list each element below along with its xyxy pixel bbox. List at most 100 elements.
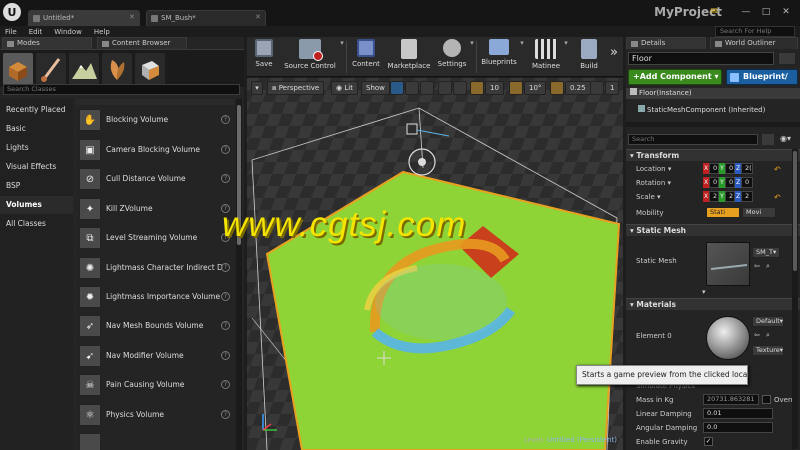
help-icon[interactable]: ? (221, 263, 230, 272)
viewport-scene[interactable] (247, 78, 623, 450)
list-item-camera-blocking-volume[interactable]: ▣ Camera Blocking Volume ? (76, 137, 234, 163)
place-mode-icon[interactable] (3, 53, 33, 85)
scale-snap-value[interactable]: 0.25 (565, 81, 591, 95)
category-volumes[interactable]: Volumes (0, 196, 73, 214)
eye-icon[interactable]: ◉▾ (780, 134, 796, 145)
rotation-x-input[interactable]: 0 (709, 177, 719, 188)
close-button[interactable]: ✕ (780, 7, 792, 17)
foliage-mode-icon[interactable] (102, 53, 132, 85)
source-control-button[interactable]: Source Control (281, 39, 339, 75)
scale-x-input[interactable]: 2 (709, 191, 719, 202)
camera-speed-value[interactable]: 1 (605, 81, 619, 95)
list-item-kill-zvolume[interactable]: ✦ Kill ZVolume ? (76, 196, 234, 222)
lit-button[interactable]: ◉ Lit (331, 81, 358, 95)
matinee-button[interactable]: Matinee (529, 39, 563, 75)
texture-dropdown[interactable]: Texture▾ (752, 345, 784, 356)
grid-snap-icon[interactable] (470, 81, 484, 95)
menu-file[interactable]: File (5, 28, 17, 36)
scrollbar-thumb[interactable] (793, 151, 797, 271)
component-static-mesh[interactable]: StaticMeshComponent (Inherited) (626, 105, 800, 116)
help-icon[interactable]: ? (221, 115, 230, 124)
build-button[interactable]: Build (575, 39, 603, 75)
reset-arrow-icon[interactable]: ↶ (774, 193, 781, 202)
linear-damping-input[interactable]: 0.01 (703, 408, 773, 419)
save-button[interactable]: Save (250, 39, 278, 75)
translate-icon[interactable] (390, 81, 404, 95)
blueprints-button[interactable]: Blueprints (479, 39, 519, 75)
use-selected-icon[interactable]: ⇦ (754, 262, 762, 270)
tab-world-outliner[interactable]: World Outliner (710, 37, 798, 49)
help-icon[interactable]: ? (221, 380, 230, 389)
location-label[interactable]: Location ▾ (636, 165, 671, 173)
transform-section-header[interactable]: ▾ Transform (626, 149, 800, 161)
browse-icon[interactable]: ⌕ (766, 331, 770, 340)
notification-icon[interactable]: ✉ (708, 7, 720, 17)
list-item-nav-mesh-bounds-volume[interactable]: ➶ Nav Mesh Bounds Volume ? (76, 313, 234, 339)
list-item-pain-causing-volume[interactable]: ☠ Pain Causing Volume ? (76, 372, 234, 398)
mass-input[interactable]: 20731.863281 (703, 394, 759, 405)
world-space-icon[interactable] (438, 81, 452, 95)
tab-sm-bush[interactable]: SM_Bush* ✕ (146, 10, 266, 26)
show-button[interactable]: Show (361, 81, 390, 95)
scale-snap-icon[interactable] (550, 81, 564, 95)
mobility-movable-option[interactable]: Movi (742, 207, 776, 218)
override-checkbox[interactable] (762, 395, 771, 404)
list-item-lightmass-importance-volume[interactable]: ✹ Lightmass Importance Volume ? (76, 284, 234, 310)
unreal-logo-icon[interactable]: U (3, 3, 21, 21)
static-mesh-thumbnail[interactable] (706, 242, 750, 286)
list-item-blocking-volume[interactable]: ✋ Blocking Volume ? (76, 107, 234, 133)
content-button[interactable]: Content (349, 39, 383, 75)
location-z-input[interactable]: 2( (741, 163, 753, 174)
grid-snap-value[interactable]: 10 (485, 81, 504, 95)
camera-speed-icon[interactable] (590, 81, 604, 95)
help-icon[interactable]: ? (221, 145, 230, 154)
mobility-static-option[interactable]: Stati (706, 207, 740, 218)
rotation-snap-icon[interactable] (509, 81, 523, 95)
splitter[interactable] (626, 122, 800, 127)
geometry-mode-icon[interactable] (135, 53, 165, 85)
rotation-z-input[interactable]: 0 (741, 177, 753, 188)
tab-content-browser[interactable]: Content Browser (97, 37, 187, 49)
tab-details[interactable]: Details (626, 37, 706, 49)
category-bsp[interactable]: BSP (0, 177, 73, 195)
perspective-button[interactable]: ⧈ Perspective (267, 81, 325, 95)
actor-name-field[interactable]: Floor (628, 52, 774, 65)
search-classes-input[interactable]: Search Classes (3, 84, 240, 95)
static-mesh-section-header[interactable]: ▾ Static Mesh (626, 224, 800, 236)
settings-dropdown-icon[interactable]: ▾ (469, 39, 475, 75)
enable-gravity-checkbox[interactable]: ✓ (704, 437, 713, 446)
browse-icon[interactable]: ⌕ (766, 262, 774, 270)
details-scrollbar[interactable] (792, 149, 798, 449)
materials-section-header[interactable]: ▾ Materials (626, 298, 800, 310)
scale-icon[interactable] (420, 81, 434, 95)
list-item-lightmass-character-indirect[interactable]: ✺ Lightmass Character Indirect D ? (76, 255, 234, 281)
help-icon[interactable]: ? (221, 292, 230, 301)
paint-mode-icon[interactable] (36, 53, 66, 85)
list-item-physics-volume[interactable]: ⚛ Physics Volume ? (76, 402, 234, 428)
surface-snap-icon[interactable] (453, 81, 467, 95)
matinee-dropdown-icon[interactable]: ▾ (563, 39, 569, 75)
component-root[interactable]: Floor(Instance) (626, 88, 800, 99)
help-search-input[interactable]: Search For Help (715, 26, 795, 37)
rotate-icon[interactable] (405, 81, 419, 95)
help-icon[interactable]: ? (221, 410, 230, 419)
settings-button[interactable]: Settings (435, 39, 469, 75)
material-dropdown[interactable]: Default▾ (752, 316, 784, 327)
blueprint-button[interactable]: Blueprint/ (726, 69, 798, 85)
expand-arrow-icon[interactable]: ▾ (702, 288, 706, 296)
source-control-dropdown-icon[interactable]: ▾ (339, 39, 345, 75)
category-recently-placed[interactable]: Recently Placed (0, 101, 73, 119)
material-thumbnail[interactable] (706, 316, 750, 360)
close-tab-icon[interactable]: ✕ (255, 13, 261, 21)
tab-modes[interactable]: Modes (2, 37, 92, 49)
list-item-level-streaming-volume[interactable]: ⧉ Level Streaming Volume ? (76, 225, 234, 251)
location-y-input[interactable]: 0 (725, 163, 735, 174)
category-visual-effects[interactable]: Visual Effects (0, 158, 73, 176)
location-x-input[interactable]: 0 (709, 163, 719, 174)
rotation-label[interactable]: Rotation ▾ (636, 179, 671, 187)
marketplace-button[interactable]: Marketplace (387, 39, 431, 75)
angular-damping-input[interactable]: 0.0 (703, 422, 773, 433)
help-icon[interactable]: ? (221, 351, 230, 360)
grid-view-icon[interactable] (762, 134, 774, 145)
menu-help[interactable]: Help (94, 28, 110, 36)
